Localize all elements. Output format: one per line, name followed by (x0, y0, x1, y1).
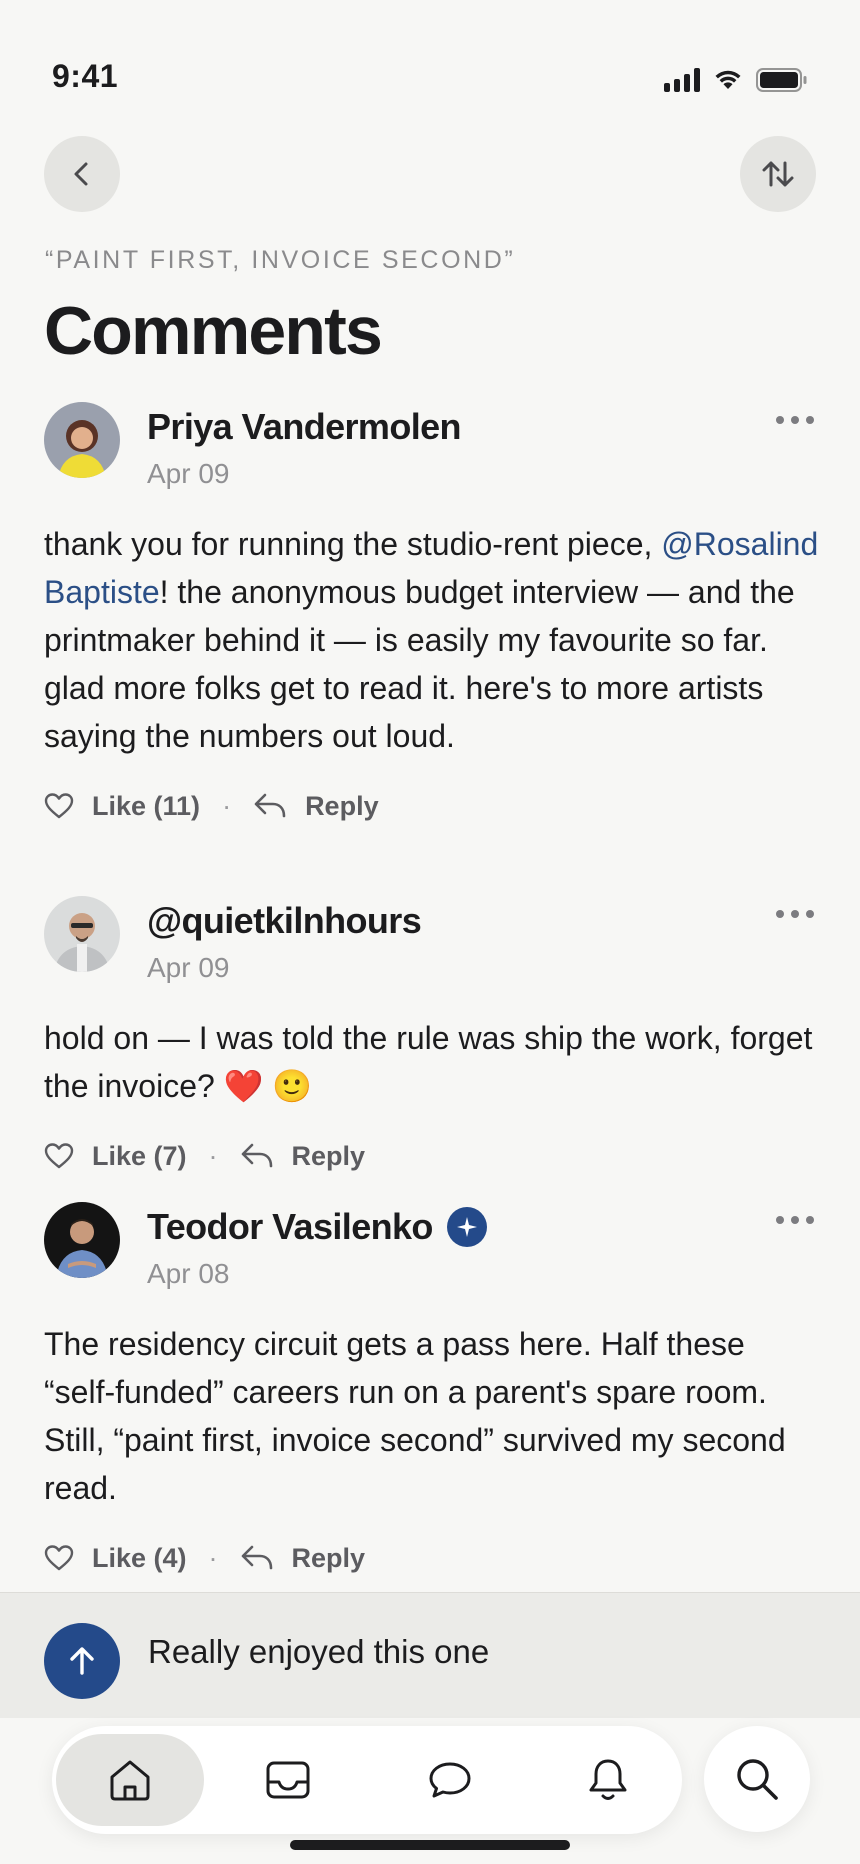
back-button[interactable] (44, 136, 120, 212)
like-button[interactable]: Like (4) (44, 1543, 187, 1574)
chat-bubble-icon (429, 1762, 471, 1798)
home-indicator (290, 1840, 570, 1850)
reply-label: Reply (291, 1140, 366, 1171)
arrow-up-icon (70, 1647, 94, 1675)
comment-composer: Really enjoyed this one (0, 1592, 860, 1718)
more-dot (806, 416, 814, 424)
chevron-left-icon (74, 162, 88, 186)
tab-inbox[interactable] (238, 1734, 338, 1826)
tab-bar (52, 1726, 682, 1834)
tab-home[interactable] (56, 1734, 204, 1826)
tab-notifications[interactable] (558, 1734, 658, 1826)
author-name: @quietkilnhours (147, 900, 422, 941)
more-options-button[interactable] (776, 904, 820, 924)
more-dot (776, 1216, 784, 1224)
comment-header: Priya Vandermolen Apr 09 (44, 402, 820, 492)
comment-header: Teodor Vasilenko Apr 08 (44, 1202, 820, 1292)
search-icon (737, 1759, 778, 1800)
status-icons (664, 68, 808, 92)
author-name: Teodor Vasilenko (147, 1206, 433, 1247)
comment-date: Apr 08 (147, 1258, 230, 1289)
heart-icon (44, 1143, 74, 1169)
status-time: 9:41 (52, 58, 119, 94)
avatar[interactable] (44, 402, 120, 478)
comment-text-part: hold on — I was told the rule was ship t… (44, 1020, 813, 1104)
home-icon (110, 1760, 150, 1801)
more-dot (791, 1216, 799, 1224)
comment-date: Apr 09 (147, 458, 230, 489)
verified-badge-icon (446, 1207, 487, 1247)
search-button[interactable] (704, 1726, 810, 1832)
reply-button[interactable]: Reply (240, 1140, 366, 1172)
more-dot (776, 416, 784, 424)
reply-button[interactable]: Reply (253, 791, 379, 822)
heart-icon (44, 793, 74, 819)
battery-icon (756, 68, 807, 92)
cellular-signal-icon (664, 68, 700, 92)
comment-text: thank you for running the studio-rent pi… (44, 520, 820, 760)
page-title: Comments (44, 293, 383, 369)
separator: · (208, 1542, 218, 1573)
heart-icon (44, 1545, 74, 1571)
comment-author[interactable]: @quietkilnhours (147, 900, 422, 942)
comment-author[interactable]: Teodor Vasilenko (147, 1206, 487, 1248)
wifi-icon (715, 70, 741, 89)
inbox-icon (266, 1761, 310, 1799)
separator: · (222, 790, 232, 821)
comment-input[interactable]: Really enjoyed this one (148, 1633, 489, 1671)
more-dot (791, 910, 799, 918)
avatar[interactable] (44, 1202, 120, 1278)
comment: Teodor Vasilenko Apr 08 The residency ci… (44, 1202, 820, 1578)
comment-author[interactable]: Priya Vandermolen (147, 406, 462, 448)
reply-button[interactable]: Reply (240, 1542, 366, 1574)
like-button[interactable]: Like (11) (44, 791, 200, 822)
more-dot (791, 416, 799, 424)
bell-icon (589, 1759, 627, 1800)
status-bar: 9:41 (0, 0, 860, 140)
comment-header: @quietkilnhours Apr 09 (44, 896, 820, 986)
like-label: Like (7) (92, 1140, 187, 1171)
sort-button[interactable] (740, 136, 816, 212)
reply-icon (241, 1143, 272, 1168)
send-button[interactable] (44, 1623, 120, 1699)
more-dot (776, 910, 784, 918)
comment: Priya Vandermolen Apr 09 thank you for r… (44, 402, 820, 826)
separator: · (208, 1140, 218, 1171)
comment-actions: Like (7) · Reply (44, 1136, 820, 1176)
more-options-button[interactable] (776, 1210, 820, 1230)
like-button[interactable]: Like (7) (44, 1141, 187, 1172)
article-kicker: “PAINT FIRST, INVOICE SECOND” (45, 246, 516, 274)
more-options-button[interactable] (776, 410, 820, 430)
more-dot (806, 1216, 814, 1224)
comment-actions: Like (11) · Reply (44, 786, 820, 826)
like-label: Like (11) (92, 790, 201, 821)
more-dot (806, 910, 814, 918)
reply-label: Reply (305, 790, 379, 821)
comment-text-part: The residency circuit gets a pass here. … (44, 1326, 786, 1506)
tab-messages[interactable] (400, 1734, 500, 1826)
comment-text: hold on — I was told the rule was ship t… (44, 1014, 820, 1110)
comment-actions: Like (4) · Reply (44, 1538, 820, 1578)
like-label: Like (4) (92, 1542, 187, 1573)
reply-label: Reply (291, 1542, 366, 1573)
comment-date: Apr 09 (147, 952, 230, 983)
comment: @quietkilnhours Apr 09 hold on — I was t… (44, 896, 820, 1176)
sort-arrows-icon (762, 161, 794, 187)
comment-text: The residency circuit gets a pass here. … (44, 1320, 820, 1512)
comment-text-part: thank you for running the studio-rent pi… (44, 526, 662, 562)
avatar[interactable] (44, 896, 120, 972)
author-name: Priya Vandermolen (147, 406, 462, 447)
reply-icon (241, 1545, 272, 1570)
reply-icon (254, 793, 286, 818)
